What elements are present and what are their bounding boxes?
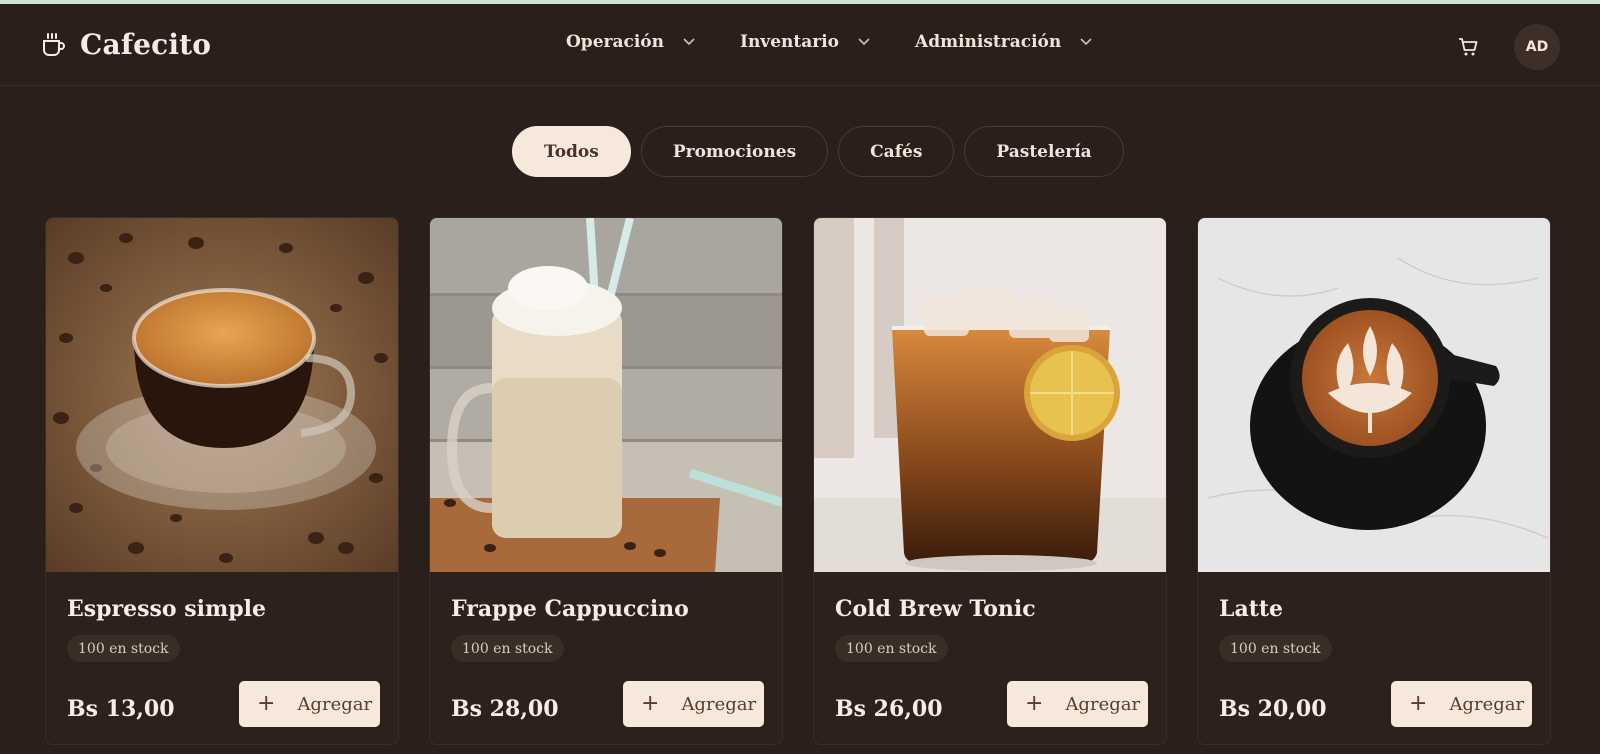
add-button-label: Agregar (297, 693, 373, 715)
product-card[interactable]: Frappe Cappuccino 100 en stock Bs 28,00 … (429, 217, 783, 745)
nav-administracion[interactable]: Administración (915, 32, 1093, 52)
nav-inventario[interactable]: Inventario (740, 32, 871, 52)
chevron-down-icon (1080, 38, 1092, 46)
add-to-cart-button[interactable]: + Agregar (1007, 681, 1148, 727)
add-button-label: Agregar (1449, 693, 1525, 715)
product-grid: Espresso simple 100 en stock Bs 13,00 + … (45, 217, 1551, 745)
plus-icon: + (257, 691, 276, 716)
plus-icon: + (641, 691, 660, 716)
product-name: Latte (1219, 596, 1284, 622)
product-image-cold-brew (814, 218, 1166, 572)
coffee-cup-icon (43, 32, 65, 56)
product-image-espresso (46, 218, 398, 572)
add-to-cart-button[interactable]: + Agregar (623, 681, 764, 727)
product-price: Bs 26,00 (835, 696, 943, 722)
product-name: Cold Brew Tonic (835, 596, 1036, 622)
nav-label: Operación (566, 32, 664, 52)
add-button-label: Agregar (1065, 693, 1141, 715)
add-to-cart-button[interactable]: + Agregar (1391, 681, 1532, 727)
product-card[interactable]: Latte 100 en stock Bs 20,00 + Agregar (1197, 217, 1551, 745)
product-price: Bs 28,00 (451, 696, 559, 722)
product-price: Bs 13,00 (67, 696, 175, 722)
main-nav: Operación Inventario Administración (566, 32, 1093, 52)
add-button-label: Agregar (681, 693, 757, 715)
product-name: Frappe Cappuccino (451, 596, 689, 622)
chevron-down-icon (683, 38, 695, 46)
app-name: Cafecito (80, 28, 212, 61)
brand[interactable]: Cafecito (40, 28, 211, 61)
top-navbar: Cafecito Operación Inventario Administra… (0, 4, 1600, 86)
plus-icon: + (1409, 691, 1428, 716)
filter-chip-promociones[interactable]: Promociones (640, 126, 829, 177)
user-avatar[interactable]: AD (1514, 24, 1560, 70)
cart-icon[interactable] (1457, 36, 1479, 58)
stock-badge: 100 en stock (67, 635, 180, 662)
filter-chip-pasteleria[interactable]: Pastelería (964, 126, 1124, 177)
nav-label: Administración (915, 32, 1062, 52)
nav-operacion[interactable]: Operación (566, 32, 696, 52)
category-filters: Todos Promociones Cafés Pastelería (512, 126, 1124, 177)
product-image-frappe (430, 218, 782, 572)
plus-icon: + (1025, 691, 1044, 716)
product-card[interactable]: Cold Brew Tonic 100 en stock Bs 26,00 + … (813, 217, 1167, 745)
filter-chip-cafes[interactable]: Cafés (838, 126, 955, 177)
stock-badge: 100 en stock (451, 635, 564, 662)
product-card[interactable]: Espresso simple 100 en stock Bs 13,00 + … (45, 217, 399, 745)
nav-label: Inventario (740, 32, 839, 52)
stock-badge: 100 en stock (1219, 635, 1332, 662)
chevron-down-icon (858, 38, 870, 46)
product-price: Bs 20,00 (1219, 696, 1327, 722)
product-name: Espresso simple (67, 596, 266, 622)
stock-badge: 100 en stock (835, 635, 948, 662)
product-image-latte (1198, 218, 1550, 572)
add-to-cart-button[interactable]: + Agregar (239, 681, 380, 727)
filter-chip-todos[interactable]: Todos (512, 126, 631, 177)
